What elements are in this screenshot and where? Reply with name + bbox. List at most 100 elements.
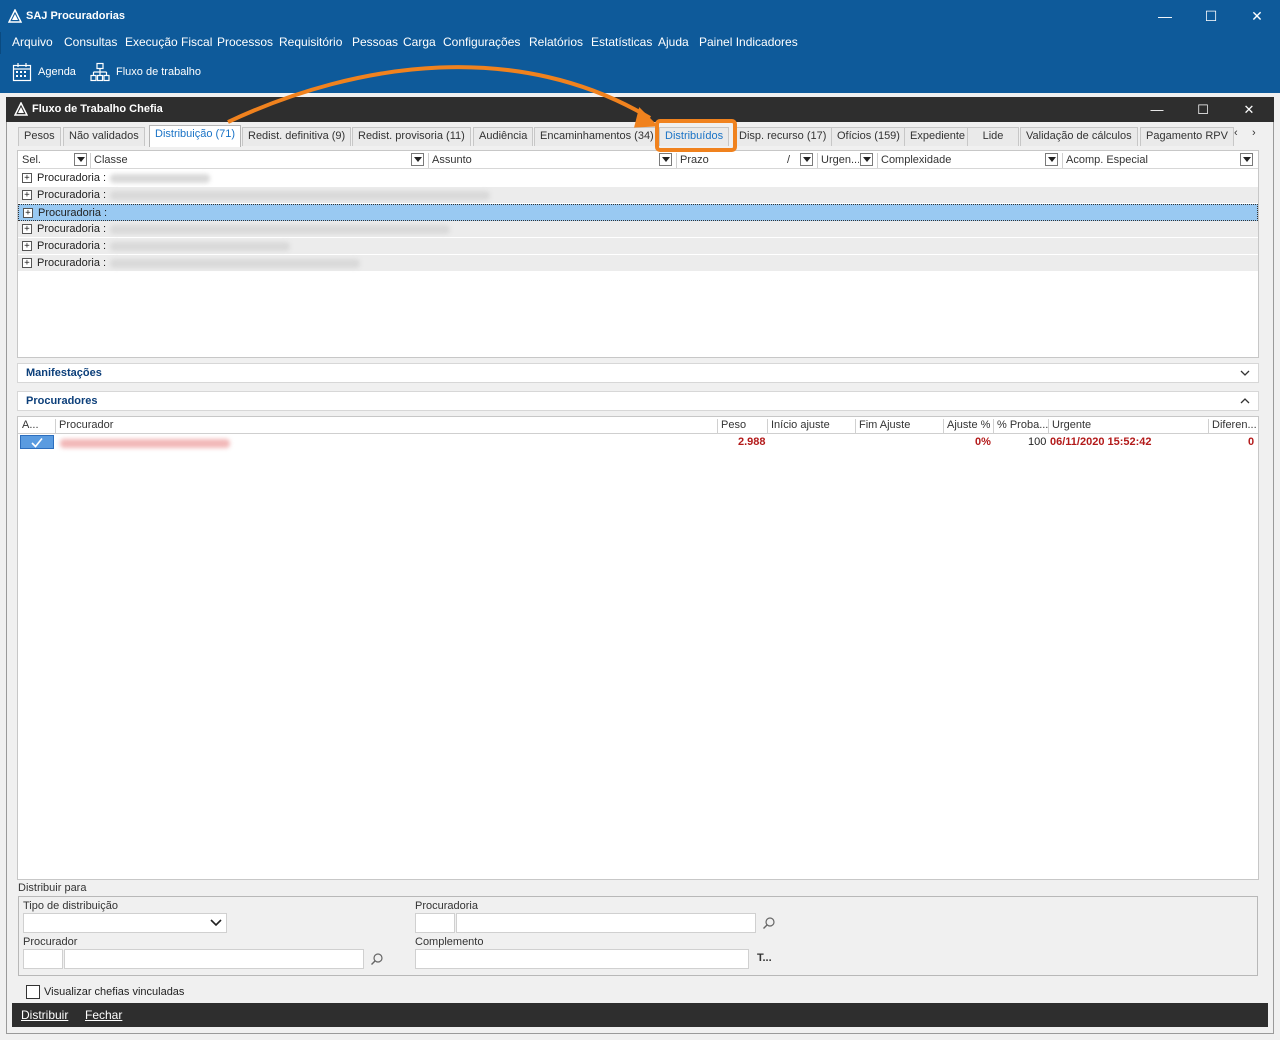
menu-configuracoes[interactable]: Configurações bbox=[443, 35, 520, 49]
procuradoria-name-input[interactable] bbox=[456, 913, 756, 933]
expand-icon[interactable]: + bbox=[22, 173, 32, 183]
col-acomp-filter-icon[interactable] bbox=[1240, 153, 1253, 166]
col-peso[interactable]: Peso bbox=[717, 419, 767, 434]
distribuir-button[interactable]: Distribuir bbox=[21, 1008, 68, 1022]
col-assunto[interactable]: Assunto bbox=[428, 153, 658, 168]
expand-icon[interactable]: + bbox=[22, 241, 32, 251]
col-urgente[interactable]: Urgente bbox=[1048, 419, 1208, 434]
table-row-selected[interactable]: + Procuradoria : bbox=[18, 204, 1258, 221]
procurador-code-input[interactable] bbox=[23, 949, 63, 969]
tab-audiencia[interactable]: Audiência bbox=[473, 127, 534, 146]
expand-icon[interactable]: + bbox=[23, 208, 33, 218]
fluxo-trabalho-button[interactable]: Fluxo de trabalho bbox=[90, 61, 201, 83]
chevron-down-icon[interactable] bbox=[1238, 366, 1252, 380]
close-button[interactable]: ✕ bbox=[1234, 0, 1280, 32]
procurador-name-input[interactable] bbox=[64, 949, 364, 969]
manifestacoes-section[interactable]: Manifestações bbox=[17, 363, 1259, 383]
window-close-button[interactable]: ✕ bbox=[1226, 97, 1272, 122]
tab-redist-provisoria[interactable]: Redist. provisoria (11) bbox=[352, 127, 471, 146]
checkbox-box[interactable] bbox=[26, 985, 40, 999]
col-prazo-sort: / bbox=[787, 154, 791, 166]
tab-nao-validados[interactable]: Não validados bbox=[63, 127, 145, 146]
col-ajuste-pct[interactable]: Ajuste % bbox=[943, 419, 993, 434]
tab-prev-arrow-icon[interactable]: ‹ bbox=[1234, 127, 1238, 139]
col-complexidade[interactable]: Complexidade bbox=[877, 153, 1042, 168]
probabilidade-value: 100 bbox=[1028, 436, 1047, 448]
redacted-text bbox=[110, 191, 490, 200]
search-icon[interactable] bbox=[762, 916, 776, 930]
menu-arquivo[interactable]: Arquivo bbox=[12, 35, 53, 49]
menu-painel-indicadores[interactable]: Painel Indicadores bbox=[699, 35, 798, 49]
col-inicio-ajuste[interactable]: Início ajuste bbox=[767, 419, 855, 434]
text-template-button[interactable]: T... bbox=[757, 952, 772, 964]
active-checkbox[interactable] bbox=[20, 435, 54, 449]
menu-ajuda[interactable]: Ajuda bbox=[658, 35, 689, 49]
tipo-distribuicao-select[interactable] bbox=[23, 913, 227, 933]
redacted-text bbox=[110, 242, 290, 251]
col-diferenca[interactable]: Diferen... bbox=[1208, 419, 1258, 434]
table-row[interactable]: + Procuradoria : bbox=[18, 238, 1258, 255]
col-fim-ajuste[interactable]: Fim Ajuste bbox=[855, 419, 943, 434]
col-prazo[interactable]: Prazo bbox=[676, 153, 781, 168]
window-minimize-button[interactable]: — bbox=[1134, 97, 1180, 122]
tab-encaminhamentos[interactable]: Encaminhamentos (34) bbox=[534, 127, 660, 146]
tab-next-arrow-icon[interactable]: › bbox=[1252, 127, 1256, 139]
col-classe[interactable]: Classe bbox=[90, 153, 410, 168]
col-sel[interactable]: Sel. bbox=[19, 153, 75, 168]
table-row[interactable]: 2.988 0% 100 06/11/2020 15:52:42 0 bbox=[18, 434, 1258, 451]
tab-redist-definitiva[interactable]: Redist. definitiva (9) bbox=[242, 127, 352, 146]
col-ativo[interactable]: A... bbox=[19, 419, 55, 434]
table-row[interactable]: + Procuradoria : bbox=[18, 255, 1258, 272]
expand-icon[interactable]: + bbox=[22, 190, 32, 200]
table-row[interactable]: + Procuradoria : bbox=[18, 187, 1258, 204]
expand-icon[interactable]: + bbox=[22, 258, 32, 268]
menu-relatorios[interactable]: Relatórios bbox=[529, 35, 583, 49]
agenda-button[interactable]: Agenda bbox=[12, 61, 76, 83]
menu-pessoas[interactable]: Pessoas bbox=[352, 35, 398, 49]
maximize-button[interactable]: ☐ bbox=[1188, 0, 1234, 32]
tab-oficios[interactable]: Ofícios (159) bbox=[831, 127, 906, 146]
redacted-text bbox=[110, 174, 210, 183]
chevron-up-icon[interactable] bbox=[1238, 394, 1252, 408]
menu-consultas[interactable]: Consultas bbox=[64, 35, 117, 49]
col-prazo-filter-icon[interactable] bbox=[800, 153, 813, 166]
procuradoria-code-input[interactable] bbox=[415, 913, 455, 933]
menu-estatisticas[interactable]: Estatísticas bbox=[591, 35, 652, 49]
tab-distribuicao[interactable]: Distribuição (71) bbox=[149, 125, 242, 147]
col-classe-filter-icon[interactable] bbox=[411, 153, 424, 166]
menu-requisitorio[interactable]: Requisitório bbox=[279, 35, 342, 49]
distribuir-para-label: Distribuir para bbox=[18, 882, 87, 894]
col-sel-filter-icon[interactable] bbox=[74, 153, 87, 166]
tipo-distribuicao-label: Tipo de distribuição bbox=[23, 900, 118, 912]
tab-pagamento-rpv[interactable]: Pagamento RPV bbox=[1140, 127, 1234, 146]
table-row[interactable]: + Procuradoria : bbox=[18, 221, 1258, 238]
procuradores-section[interactable]: Procuradores bbox=[17, 391, 1259, 411]
tab-expediente[interactable]: Expediente bbox=[904, 127, 972, 146]
tab-pesos[interactable]: Pesos bbox=[18, 127, 61, 146]
menu-processos[interactable]: Processos bbox=[217, 35, 273, 49]
col-probabilidade[interactable]: % Proba... bbox=[993, 419, 1048, 434]
search-icon[interactable] bbox=[370, 952, 384, 966]
fechar-button[interactable]: Fechar bbox=[85, 1008, 122, 1022]
col-acomp-especial[interactable]: Acomp. Especial bbox=[1062, 153, 1237, 168]
calendar-icon bbox=[12, 63, 32, 82]
col-urgencia-filter-icon[interactable] bbox=[860, 153, 873, 166]
minimize-button[interactable]: — bbox=[1142, 0, 1188, 32]
expand-icon[interactable]: + bbox=[22, 224, 32, 234]
col-urgencia[interactable]: Urgen... bbox=[817, 153, 859, 168]
visualizar-chefias-checkbox[interactable]: Visualizar chefias vinculadas bbox=[26, 985, 184, 999]
tab-validacao-calculos[interactable]: Validação de cálculos bbox=[1020, 127, 1138, 146]
tab-disp-recurso[interactable]: Disp. recurso (17) bbox=[733, 127, 833, 146]
menu-carga[interactable]: Carga bbox=[403, 35, 436, 49]
chevron-down-icon bbox=[210, 919, 222, 927]
col-complexidade-filter-icon[interactable] bbox=[1045, 153, 1058, 166]
procuradoria-label: Procuradoria bbox=[415, 900, 478, 912]
menu-execucao-fiscal[interactable]: Execução Fiscal bbox=[125, 35, 212, 49]
table-row[interactable]: + Procuradoria : bbox=[18, 170, 1258, 187]
visualizar-chefias-label: Visualizar chefias vinculadas bbox=[44, 986, 185, 998]
tab-lide[interactable]: Lide bbox=[967, 127, 1019, 146]
col-assunto-filter-icon[interactable] bbox=[659, 153, 672, 166]
col-procurador[interactable]: Procurador bbox=[55, 419, 717, 434]
complemento-input[interactable] bbox=[415, 949, 749, 969]
window-maximize-button[interactable]: ☐ bbox=[1180, 97, 1226, 122]
